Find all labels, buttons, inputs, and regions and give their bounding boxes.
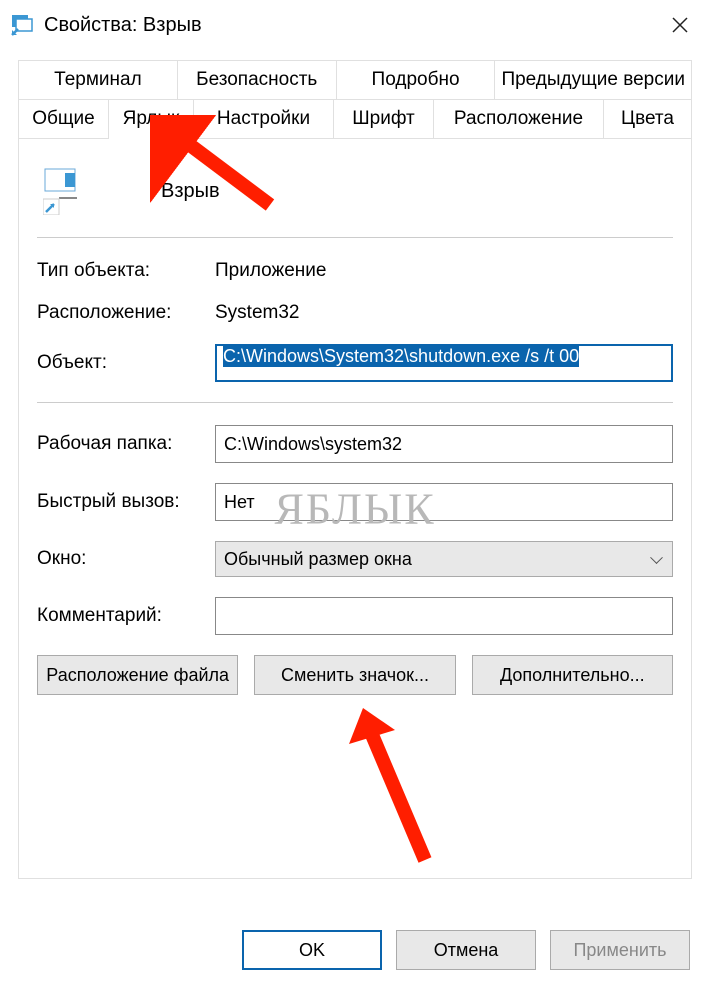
window-title: Свойства: Взрыв: [44, 14, 660, 37]
tab-colors[interactable]: Цвета: [604, 100, 692, 139]
startin-input[interactable]: [215, 425, 673, 463]
tab-layout[interactable]: Расположение: [434, 100, 604, 139]
location-value: System32: [215, 302, 673, 324]
tab-terminal[interactable]: Терминал: [19, 61, 178, 100]
tab-settings[interactable]: Настройки: [194, 100, 334, 139]
comment-label: Комментарий:: [37, 605, 215, 627]
type-label: Тип объекта:: [37, 260, 215, 282]
run-select[interactable]: Обычный размер окна: [215, 541, 673, 577]
hotkey-label: Быстрый вызов:: [37, 491, 215, 513]
change-icon-button[interactable]: Сменить значок...: [254, 655, 455, 695]
open-file-location-button[interactable]: Расположение файла: [37, 655, 238, 695]
cancel-button[interactable]: Отмена: [396, 930, 536, 970]
shortcut-window-icon: [10, 13, 34, 37]
type-value: Приложение: [215, 260, 673, 282]
startin-label: Рабочая папка:: [37, 433, 215, 455]
location-label: Расположение:: [37, 302, 215, 324]
titlebar: Свойства: Взрыв: [0, 0, 710, 50]
shortcut-icon: [43, 167, 91, 215]
tabs-row-2: Общие Ярлык Настройки Шрифт Расположение…: [18, 100, 692, 139]
shortcut-name: Взрыв: [161, 180, 220, 203]
hotkey-input[interactable]: [215, 483, 673, 521]
tab-security[interactable]: Безопасность: [178, 61, 337, 100]
separator: [37, 402, 673, 403]
tabs-row-1: Терминал Безопасность Подробно Предыдущи…: [18, 60, 692, 100]
tab-font[interactable]: Шрифт: [334, 100, 434, 139]
dialog-footer: OK Отмена Применить: [242, 930, 690, 970]
comment-input[interactable]: [215, 597, 673, 635]
tab-general[interactable]: Общие: [19, 100, 109, 139]
close-button[interactable]: [660, 5, 700, 45]
apply-button[interactable]: Применить: [550, 930, 690, 970]
tab-shortcut[interactable]: Ярлык: [109, 100, 194, 139]
advanced-button[interactable]: Дополнительно...: [472, 655, 673, 695]
target-input[interactable]: C:\Windows\System32\shutdown.exe /s /t 0…: [215, 344, 673, 382]
tab-details[interactable]: Подробно: [337, 61, 496, 100]
run-label: Окно:: [37, 548, 215, 570]
tab-previous-versions[interactable]: Предыдущие версии: [495, 61, 692, 100]
shortcut-tab-panel: Взрыв Тип объекта: Приложение Расположен…: [18, 139, 692, 879]
ok-button[interactable]: OK: [242, 930, 382, 970]
target-label: Объект:: [37, 352, 215, 374]
